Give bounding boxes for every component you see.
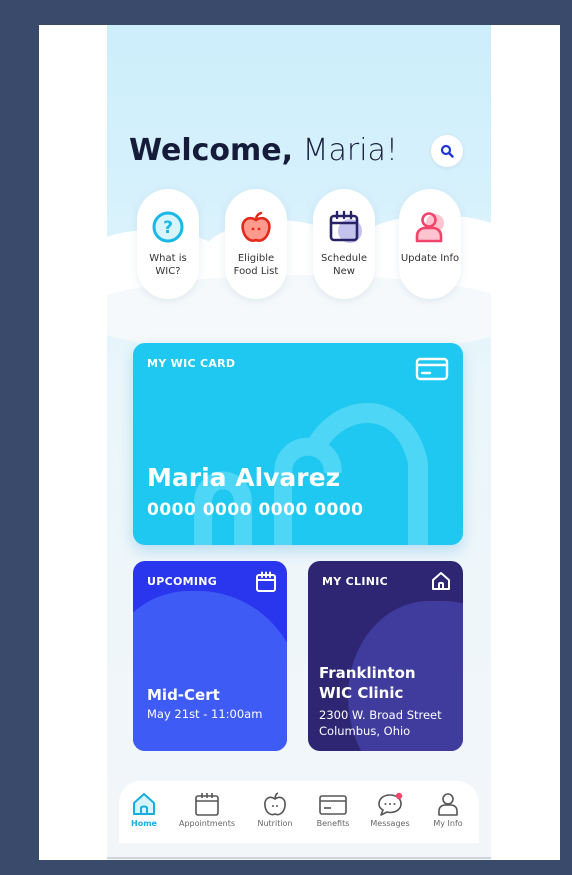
card-blob-decoration <box>133 591 287 751</box>
quick-action-what-is-wic[interactable]: ? What is WIC? <box>137 189 199 299</box>
card-number: 0000 0000 0000 0000 <box>147 500 364 520</box>
nav-label: Nutrition <box>257 819 293 828</box>
quick-action-label: Eligible Food List <box>233 253 279 277</box>
nav-label: Messages <box>370 819 410 828</box>
wic-card-label: MY WIC CARD <box>147 357 236 370</box>
credit-card-icon <box>415 357 449 385</box>
presentation-frame: Welcome, Maria! ? What is WIC? Eligible … <box>13 5 560 870</box>
nav-appointments[interactable]: Appointments <box>177 791 237 828</box>
welcome-greeting: Welcome, <box>129 133 294 168</box>
question-icon: ? <box>150 209 186 245</box>
nav-label: My Info <box>433 819 463 828</box>
quick-action-label: What is WIC? <box>149 253 187 277</box>
appointment-datetime: May 21st - 11:00am <box>147 707 263 721</box>
calendar-icon <box>195 793 219 816</box>
apple-icon <box>238 209 274 245</box>
person-icon <box>412 209 448 245</box>
nav-nutrition[interactable]: Nutrition <box>245 791 305 828</box>
clinic-name-line1: Franklinton <box>319 664 416 682</box>
nav-my-info[interactable]: My Info <box>418 791 478 828</box>
nav-label: Appointments <box>178 819 236 828</box>
wic-card[interactable]: MY WIC CARD Maria Alvarez 0000 0000 0000… <box>133 343 463 545</box>
canvas: Welcome, Maria! ? What is WIC? Eligible … <box>39 25 560 860</box>
welcome-heading: Welcome, Maria! <box>129 133 398 168</box>
divider <box>107 857 491 859</box>
calendar-icon <box>255 571 277 597</box>
nav-home[interactable]: Home <box>114 791 174 828</box>
quick-action-update-info[interactable]: Update Info <box>399 189 461 299</box>
card-holder-name: Maria Alvarez <box>147 463 341 492</box>
chat-icon <box>378 792 403 816</box>
phone-screen: Welcome, Maria! ? What is WIC? Eligible … <box>107 25 491 860</box>
quick-action-label: Update Info <box>400 253 460 264</box>
quick-action-label: Schedule New <box>321 253 367 277</box>
person-icon <box>438 793 458 816</box>
credit-card-icon <box>319 795 347 815</box>
my-clinic-card[interactable]: MY CLINIC Franklinton WIC Clinic 2300 W.… <box>308 561 463 751</box>
svg-text:?: ? <box>163 218 173 238</box>
home-icon <box>430 570 452 596</box>
nav-benefits[interactable]: Benefits <box>303 791 363 828</box>
clinic-name-line2: WIC Clinic <box>319 684 404 702</box>
nav-label: Home <box>131 819 157 828</box>
apple-icon <box>264 792 286 816</box>
quick-action-schedule-new[interactable]: Schedule New <box>313 189 375 299</box>
nav-label: Benefits <box>316 819 350 828</box>
upcoming-appointment-card[interactable]: UPCOMING Mid-Cert May 21st - 11:00am <box>133 561 287 751</box>
home-icon <box>133 793 155 815</box>
welcome-user-name: Maria! <box>302 133 398 168</box>
nav-messages[interactable]: Messages <box>360 791 420 828</box>
quick-action-eligible-food-list[interactable]: Eligible Food List <box>225 189 287 299</box>
search-button[interactable] <box>431 135 463 167</box>
appointment-title: Mid-Cert <box>147 686 220 704</box>
clinic-address-line1: 2300 W. Broad Street <box>319 708 442 722</box>
bottom-navigation: Home Appointments Nutrition Benefits Mes… <box>119 781 479 843</box>
search-icon <box>440 144 454 158</box>
clinic-address-line2: Columbus, Ohio <box>319 724 411 738</box>
clinic-label: MY CLINIC <box>322 575 388 588</box>
calendar-icon <box>326 209 362 245</box>
upcoming-label: UPCOMING <box>147 575 218 588</box>
